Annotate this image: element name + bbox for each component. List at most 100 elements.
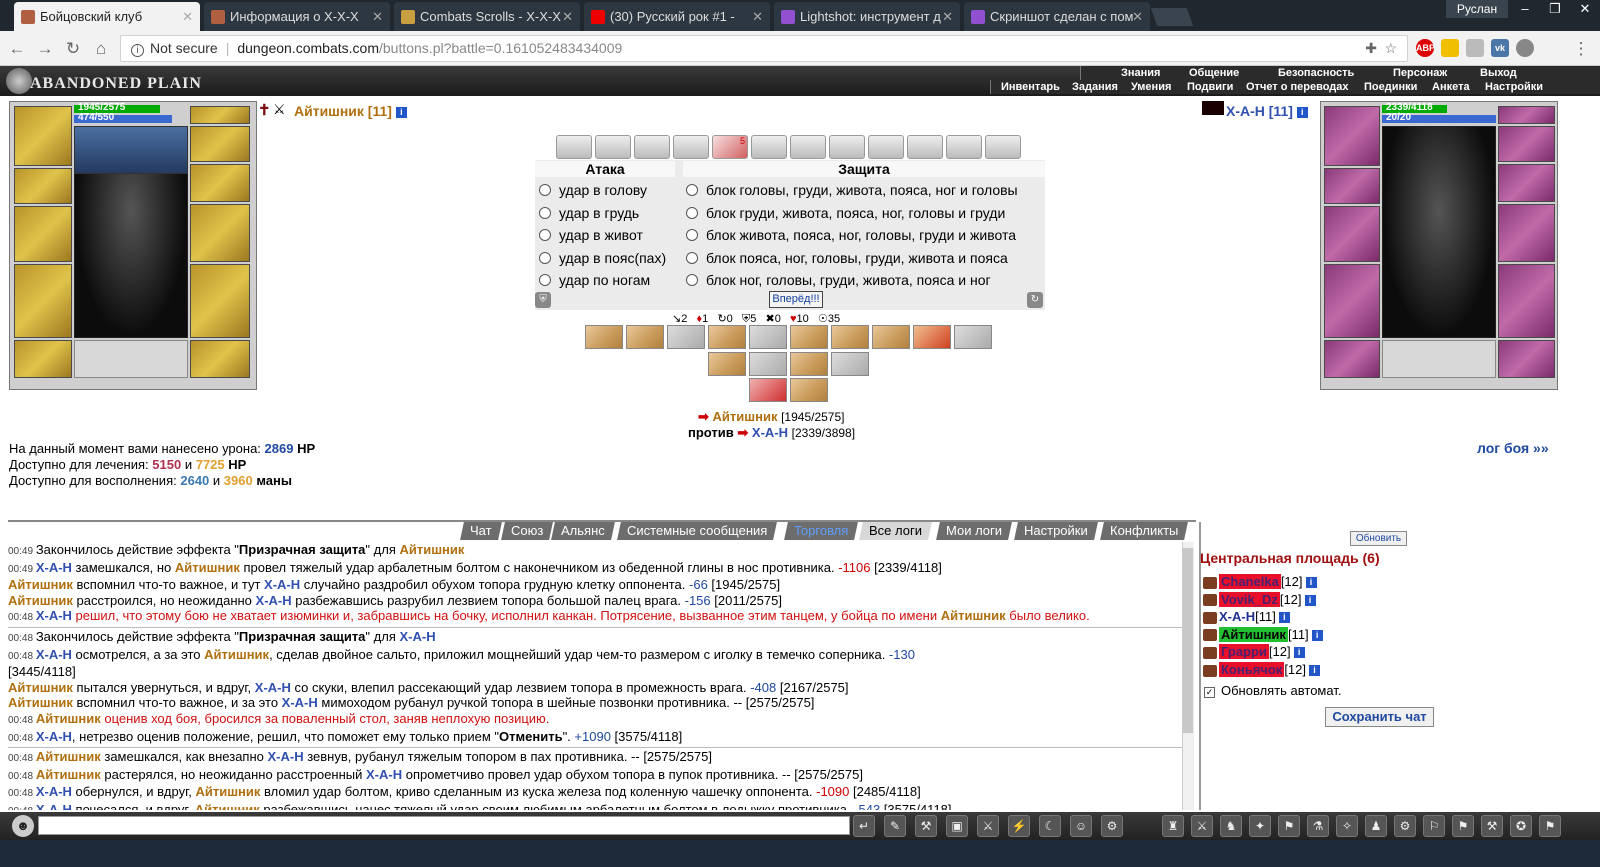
- user-name[interactable]: Chanelka: [1219, 574, 1281, 589]
- axe-slot[interactable]: [1324, 206, 1380, 262]
- menu-icon[interactable]: ⋮: [1570, 38, 1592, 60]
- browser-tab[interactable]: Combats Scrolls - X-X-X ✕: [394, 2, 580, 31]
- flag-icon[interactable]: ⚑: [1452, 815, 1474, 837]
- radio-button[interactable]: [539, 207, 551, 219]
- menu-knowledge[interactable]: Знания: [1121, 67, 1160, 79]
- fighter-name[interactable]: X-A-H: [366, 767, 402, 782]
- flag-icon[interactable]: ⚑: [1278, 815, 1300, 837]
- tab-conflicts[interactable]: Конфликты: [1100, 522, 1189, 540]
- amulet-slot[interactable]: [1498, 106, 1555, 124]
- fighter-name[interactable]: X-A-H: [36, 729, 72, 744]
- forward-button[interactable]: Вперёд!!!: [769, 291, 823, 308]
- settings-icon[interactable]: ⚙: [1394, 815, 1416, 837]
- boots-slot[interactable]: [190, 340, 250, 378]
- menu-character[interactable]: Персонаж: [1393, 67, 1447, 79]
- tab-system[interactable]: Системные сообщения: [617, 522, 778, 540]
- info-icon[interactable]: i: [1311, 629, 1323, 641]
- skill-button[interactable]: [749, 352, 787, 376]
- user-name[interactable]: Айтишник: [1219, 626, 1288, 642]
- menu-duels[interactable]: Поединки: [1364, 81, 1417, 93]
- shield-icon[interactable]: ⛨: [535, 292, 551, 308]
- attack-option[interactable]: удар в грудь: [539, 205, 639, 221]
- bracer-slot[interactable]: [14, 168, 72, 204]
- close-icon[interactable]: ✕: [182, 2, 193, 31]
- menu-social[interactable]: Общение: [1189, 67, 1239, 79]
- profile-button[interactable]: Руслан: [1446, 0, 1508, 18]
- skill-button[interactable]: [872, 325, 910, 349]
- attack-option[interactable]: удар по ногам: [539, 272, 650, 288]
- radio-button[interactable]: [539, 229, 551, 241]
- scroll-slot[interactable]: [595, 135, 631, 159]
- skill-button[interactable]: [954, 325, 992, 349]
- user-name[interactable]: Vovik_Dz: [1219, 591, 1280, 607]
- gear-icon[interactable]: ⚙: [1101, 815, 1123, 837]
- star-icon[interactable]: ✦: [1249, 815, 1271, 837]
- banner-icon[interactable]: ⚐: [1423, 815, 1445, 837]
- close-icon[interactable]: ✕: [752, 2, 763, 31]
- skill-button[interactable]: [913, 325, 951, 349]
- legs-slot[interactable]: [190, 264, 250, 338]
- battle-log-link[interactable]: лог боя »»: [1477, 440, 1549, 456]
- globe-icon[interactable]: [1516, 39, 1534, 57]
- save-icon[interactable]: ▣: [946, 815, 968, 837]
- bracer-slot[interactable]: [1324, 168, 1380, 204]
- private-message-icon[interactable]: [1203, 664, 1217, 677]
- skill-button[interactable]: [749, 378, 787, 402]
- fighter-name[interactable]: X-A-H: [36, 647, 72, 662]
- minimize-icon[interactable]: –: [1510, 0, 1540, 18]
- badge-icon[interactable]: ✪: [1510, 815, 1532, 837]
- save-chat-button[interactable]: Сохранить чат: [1325, 707, 1434, 727]
- user-name[interactable]: Коньячок: [1219, 662, 1285, 677]
- helmet-slot[interactable]: [14, 106, 72, 166]
- radio-button[interactable]: [539, 252, 551, 264]
- radio-button[interactable]: [686, 184, 698, 196]
- auto-update-option[interactable]: ✓ Обновлять автомат.: [1204, 683, 1341, 698]
- scroll-slot-active[interactable]: 5: [712, 135, 748, 159]
- eraser-icon[interactable]: ✎: [884, 815, 906, 837]
- fighter-name[interactable]: Айтишник: [195, 784, 260, 799]
- menu-exit[interactable]: Выход: [1480, 67, 1517, 79]
- fighter-name[interactable]: Айтишник: [8, 593, 73, 608]
- info-icon[interactable]: i: [1305, 577, 1317, 589]
- defense-option[interactable]: блок пояса, ног, головы, груди, живота и…: [686, 250, 1008, 266]
- browser-tab[interactable]: (30) Русский рок #1 - ✕: [584, 2, 770, 31]
- pawn-icon[interactable]: ♟: [1365, 815, 1387, 837]
- adblock-icon[interactable]: ABP: [1416, 39, 1435, 57]
- bookmark-star-icon[interactable]: ☆: [1384, 36, 1397, 61]
- fighter-name[interactable]: X-A-H: [256, 593, 292, 608]
- private-message-icon[interactable]: [1203, 646, 1217, 659]
- menu-profile[interactable]: Анкета: [1432, 81, 1470, 93]
- menu-settings[interactable]: Настройки: [1485, 81, 1543, 93]
- fighter-name[interactable]: Айтишник: [8, 577, 73, 592]
- helmet-slot[interactable]: [1324, 106, 1380, 166]
- potion-icon[interactable]: ⚗: [1307, 815, 1329, 837]
- refresh-combat-icon[interactable]: ↻: [1027, 292, 1043, 308]
- skill-icon[interactable]: ⚡: [1008, 815, 1030, 837]
- radio-button[interactable]: [539, 274, 551, 286]
- skill-button[interactable]: [749, 325, 787, 349]
- close-icon[interactable]: ✕: [1132, 2, 1143, 31]
- ring-slot[interactable]: [190, 126, 250, 162]
- skill-button[interactable]: [831, 325, 869, 349]
- fighter-name[interactable]: Айтишник: [941, 608, 1006, 623]
- extension-icon[interactable]: [1441, 39, 1459, 57]
- hammer-icon[interactable]: ⚒: [1481, 815, 1503, 837]
- close-window-icon[interactable]: ✕: [1570, 0, 1600, 18]
- belt-slot[interactable]: [1324, 340, 1380, 378]
- axe-offhand-slot[interactable]: [1498, 204, 1555, 262]
- skill-button[interactable]: [708, 325, 746, 349]
- fighter-name[interactable]: X-A-H: [282, 695, 318, 710]
- url-bar[interactable]: i Not secure | dungeon.combats.com/buttons.…: [120, 35, 1408, 62]
- info-icon[interactable]: i: [1309, 665, 1320, 677]
- fighter-name[interactable]: Айтишник: [36, 767, 101, 782]
- fighter-name[interactable]: X-A-H: [36, 802, 72, 810]
- browser-tab[interactable]: Бойцовский клуб ✕: [14, 2, 200, 31]
- chat-input[interactable]: [38, 816, 850, 835]
- smiley-icon[interactable]: ☺: [1070, 815, 1092, 837]
- user-entry[interactable]: Грарри [12] i: [1203, 644, 1305, 660]
- scroll-slot[interactable]: [946, 135, 982, 159]
- fighter-name[interactable]: X-A-H: [399, 629, 435, 644]
- skill-button[interactable]: [790, 352, 828, 376]
- skill-button[interactable]: [708, 352, 746, 376]
- gloves-slot[interactable]: [1498, 164, 1555, 202]
